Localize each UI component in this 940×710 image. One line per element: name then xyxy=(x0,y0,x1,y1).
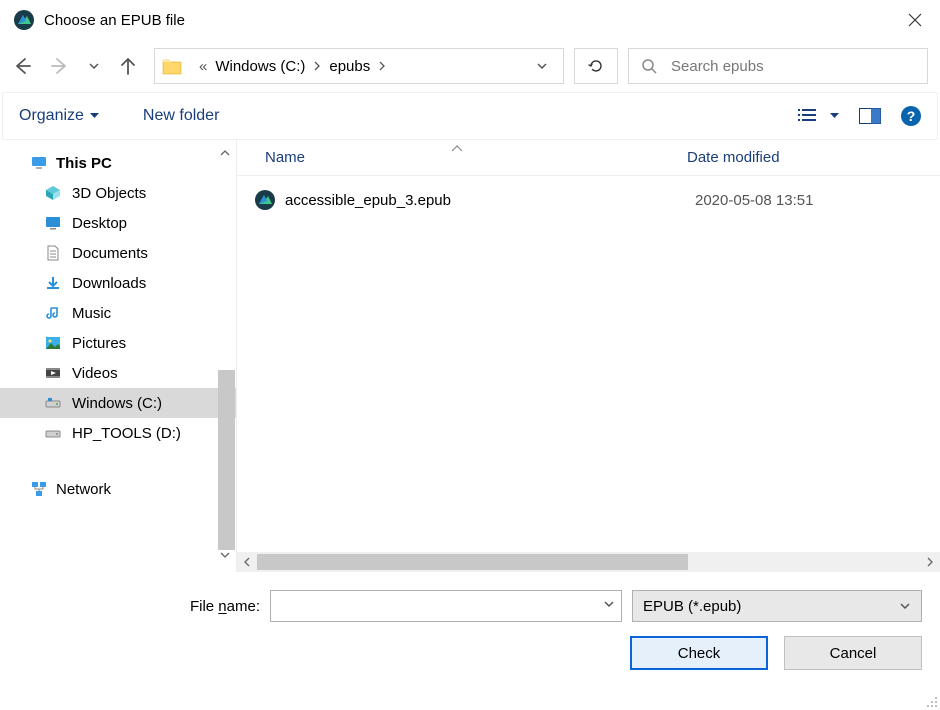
sidebar-item-downloads[interactable]: Downloads xyxy=(0,268,236,298)
sidebar-item-music[interactable]: Music xyxy=(0,298,236,328)
sidebar-item-windows-c[interactable]: Windows (C:) xyxy=(0,388,236,418)
refresh-button[interactable] xyxy=(574,48,618,84)
file-row[interactable]: accessible_epub_3.epub 2020-05-08 13:51 xyxy=(237,184,940,216)
music-icon xyxy=(44,304,62,322)
caret-down-icon xyxy=(830,113,839,119)
caret-down-icon xyxy=(90,113,99,119)
column-header-date[interactable]: Date modified xyxy=(677,149,780,166)
horizontal-scrollbar[interactable] xyxy=(237,552,940,572)
help-button[interactable]: ? xyxy=(901,106,921,126)
sidebar-item-desktop[interactable]: Desktop xyxy=(0,208,236,238)
filename-input[interactable] xyxy=(270,590,622,622)
address-bar[interactable]: « Windows (C:) epubs xyxy=(154,48,564,84)
search-icon xyxy=(641,58,657,74)
drive-icon xyxy=(44,394,62,412)
title-bar: Choose an EPUB file xyxy=(0,0,940,40)
scroll-up-button[interactable] xyxy=(216,144,234,162)
column-headers: Name Date modified xyxy=(237,140,940,176)
file-date: 2020-05-08 13:51 xyxy=(695,192,813,209)
sidebar-item-3d-objects[interactable]: 3D Objects xyxy=(0,178,236,208)
organize-menu[interactable]: Organize xyxy=(19,107,99,125)
sidebar-item-documents[interactable]: Documents xyxy=(0,238,236,268)
drive-icon xyxy=(44,424,62,442)
picture-icon xyxy=(44,334,62,352)
search-input[interactable] xyxy=(669,57,915,76)
preview-pane-button[interactable] xyxy=(859,108,881,124)
filetype-select[interactable]: EPUB (*.epub) xyxy=(632,590,922,622)
up-button[interactable] xyxy=(118,56,138,76)
breadcrumb-item[interactable]: Windows (C:) xyxy=(215,58,305,75)
document-icon xyxy=(44,244,62,262)
scroll-down-button[interactable] xyxy=(216,546,234,564)
sidebar-item-hp-tools-d[interactable]: HP_TOOLS (D:) xyxy=(0,418,236,448)
sidebar: This PC 3D Objects Desktop Documents Dow… xyxy=(0,140,236,572)
breadcrumb-item[interactable]: epubs xyxy=(329,58,370,75)
check-button[interactable]: Check xyxy=(630,636,768,670)
breadcrumb[interactable]: « Windows (C:) epubs xyxy=(191,58,527,75)
organize-label: Organize xyxy=(19,107,84,125)
column-header-name[interactable]: Name xyxy=(237,149,677,166)
scroll-right-button[interactable] xyxy=(920,552,940,572)
filename-label: File name: xyxy=(0,598,260,615)
file-name: accessible_epub_3.epub xyxy=(285,192,695,209)
chevron-right-icon xyxy=(378,61,386,71)
breadcrumb-prefix: « xyxy=(199,58,207,75)
sidebar-root-network[interactable]: Network xyxy=(0,474,236,504)
chevron-down-icon xyxy=(899,600,911,612)
filename-dropdown-icon[interactable] xyxy=(603,598,615,610)
epub-file-icon xyxy=(255,190,275,210)
desktop-icon xyxy=(44,214,62,232)
download-icon xyxy=(44,274,62,292)
scrollbar-thumb[interactable] xyxy=(257,554,688,570)
video-icon xyxy=(44,364,62,382)
toolbar: Organize New folder ? xyxy=(2,92,938,140)
file-list[interactable]: accessible_epub_3.epub 2020-05-08 13:51 xyxy=(237,176,940,552)
network-icon xyxy=(30,480,48,498)
nav-bar: « Windows (C:) epubs xyxy=(0,40,940,92)
back-button[interactable] xyxy=(12,56,32,76)
sidebar-scrollbar-thumb[interactable] xyxy=(218,370,235,550)
bottom-panel: File name: EPUB (*.epub) Check Cancel xyxy=(0,572,940,700)
this-pc-icon xyxy=(30,154,48,172)
sidebar-item-pictures[interactable]: Pictures xyxy=(0,328,236,358)
chevron-right-icon xyxy=(313,61,321,71)
search-box[interactable] xyxy=(628,48,928,84)
file-area: Name Date modified accessible_epub_3.epu… xyxy=(236,140,940,572)
recent-locations-button[interactable] xyxy=(88,60,100,72)
resize-grip-icon[interactable] xyxy=(926,696,938,708)
app-icon xyxy=(14,10,34,30)
view-options-button[interactable] xyxy=(798,108,839,124)
cube-icon xyxy=(44,184,62,202)
window-title: Choose an EPUB file xyxy=(44,12,890,29)
sort-ascending-icon xyxy=(451,145,463,153)
sidebar-root-this-pc[interactable]: This PC xyxy=(0,148,236,178)
folder-icon xyxy=(161,55,183,77)
new-folder-button[interactable]: New folder xyxy=(143,107,219,125)
scroll-left-button[interactable] xyxy=(237,552,257,572)
cancel-button[interactable]: Cancel xyxy=(784,636,922,670)
forward-button[interactable] xyxy=(50,56,70,76)
close-button[interactable] xyxy=(890,0,940,40)
sidebar-item-videos[interactable]: Videos xyxy=(0,358,236,388)
address-history-button[interactable] xyxy=(527,60,557,72)
